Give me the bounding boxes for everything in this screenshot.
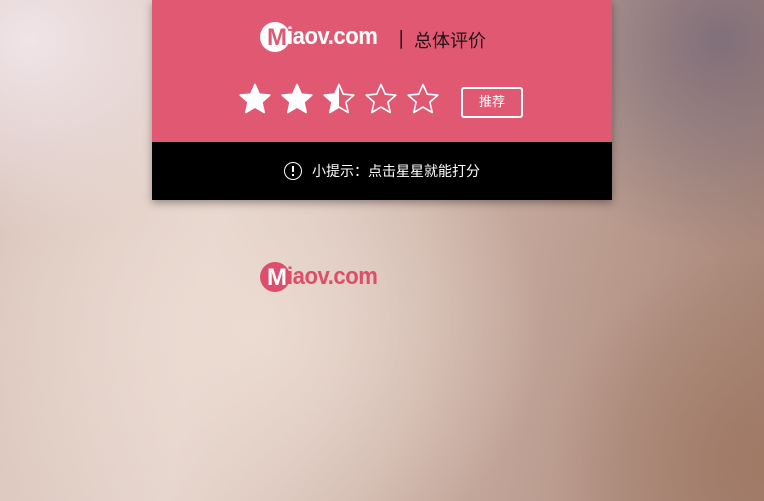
exclamation-circle-icon [284, 162, 302, 180]
star-empty-icon[interactable] [406, 82, 440, 116]
footer-logo-text: iaov.com [287, 263, 378, 290]
title-divider: | [398, 27, 405, 49]
tip-text: 小提示：点击星星就能打分 [312, 164, 480, 180]
footer-logo: M iaov.com [260, 262, 385, 292]
logo-badge-letter: M [267, 24, 287, 51]
logo-text: iaov.com [287, 23, 378, 50]
rating-card: M iaov.com | 总体评价 推荐 小提示：点击星星就能打分 [152, 0, 612, 200]
page-title: 总体评价 [414, 31, 486, 52]
star-half-icon[interactable] [322, 82, 356, 116]
miaov-logo: M iaov.com [260, 22, 385, 52]
footer-logo-badge-letter: M [267, 264, 287, 291]
star-rating[interactable] [238, 82, 448, 116]
star-empty-icon[interactable] [364, 82, 398, 116]
recommend-button[interactable]: 推荐 [461, 87, 523, 118]
footer-logo-badge-icon: M [260, 262, 290, 292]
logo-badge-icon: M [260, 22, 290, 52]
rating-panel: M iaov.com | 总体评价 推荐 [152, 0, 612, 142]
star-filled-icon[interactable] [238, 82, 272, 116]
star-filled-icon[interactable] [280, 82, 314, 116]
tip-bar: 小提示：点击星星就能打分 [152, 142, 612, 200]
